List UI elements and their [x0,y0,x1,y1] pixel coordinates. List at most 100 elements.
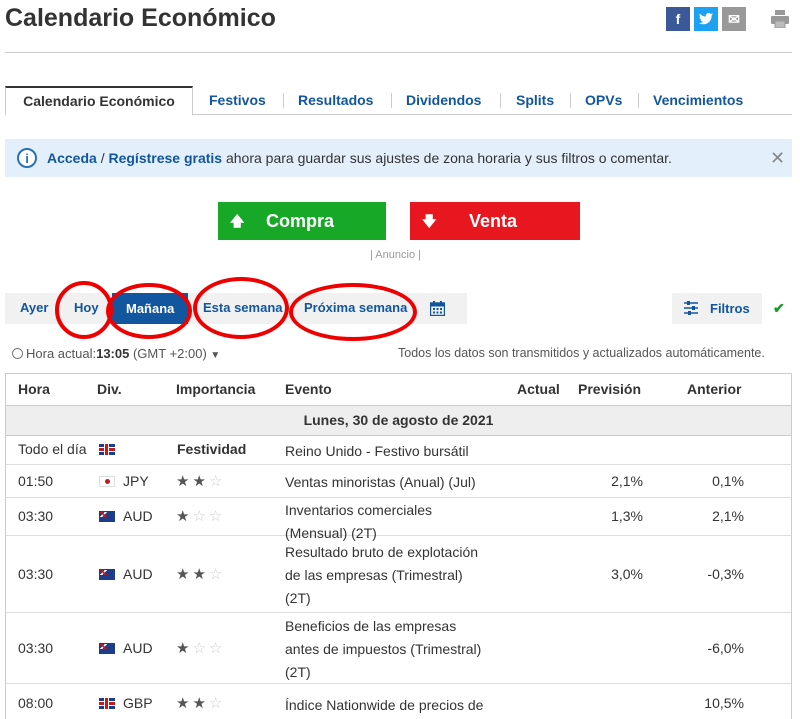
cell-event[interactable]: Índice Nationwide de precios de [285,694,500,717]
tab-calendario-economico[interactable]: Calendario Económico [5,86,193,116]
star-icon: ☆ [208,565,226,583]
importance-stars: ★★☆ [176,565,225,583]
checkmark-icon: ✔ [773,300,785,316]
flag-jp-icon [99,475,115,487]
event-line: Beneficios de las empresas [285,618,457,634]
email-icon: ✉ [728,10,740,27]
cell-currency: AUD [123,639,153,656]
tab-vencimientos[interactable]: Vencimientos [653,86,743,114]
flag-uk-icon [99,698,115,709]
arrow-up-icon: 🡅 [230,213,245,229]
cell-time: 08:00 [18,695,54,711]
calendar-icon[interactable] [430,301,445,316]
cell-previous: 0,1% [712,472,744,489]
cell-forecast: 3,0% [611,565,643,582]
current-time: Hora actual:13:05 (GMT +2:00) ▼ [12,346,220,361]
cell-time: 01:50 [18,472,54,489]
login-banner: i Acceda / Regístrese gratis ahora para … [5,139,792,177]
star-icon: ★ [192,565,209,583]
sell-button[interactable]: 🡇 Venta [410,202,580,240]
header-currency: Div. [97,381,122,397]
table-row[interactable]: 08:00 GBP ★★☆ Índice Nationwide de precios … [6,683,791,719]
table-row[interactable]: Todo el día Festividad Reino Unido - Festi… [6,434,791,465]
banner-text: Acceda / Regístrese gratis ahora para gu… [47,150,672,166]
filters-button[interactable]: Filtros [672,293,762,324]
tab-separator [638,93,639,108]
twitter-icon [699,13,713,25]
sell-label: Venta [469,211,518,231]
importance-stars: ★★☆ [176,694,225,712]
tab-festivos[interactable]: Festivos [209,86,266,114]
star-icon: ☆ [208,472,226,490]
tab-opvs[interactable]: OPVs [585,86,622,114]
banner-message: ahora para guardar sus ajustes de zona h… [222,150,672,166]
cell-previous: 10,5% [704,695,744,711]
header-actual: Actual [517,381,560,397]
cell-importance: Festividad [177,441,247,457]
info-icon: i [17,148,37,168]
importance-stars: ★☆☆ [176,507,225,525]
table-row[interactable]: 01:50 JPY ★★☆ Ventas minoristas (Anual) (Ju… [6,464,791,498]
star-icon: ☆ [208,695,226,712]
login-link[interactable]: Acceda [47,150,97,166]
cell-event[interactable]: Ventas minoristas (Anual) (Jul) [285,471,500,494]
cell-forecast: 1,3% [611,508,643,524]
date-today[interactable]: Hoy [74,300,99,315]
twitter-share-button[interactable] [694,7,718,31]
event-line: (2T) [285,590,311,606]
page-title: Calendario Económico [5,4,276,32]
cell-time: 03:30 [18,565,54,582]
event-line: Inventarios comerciales [285,502,433,518]
cell-time: Todo el día [18,441,87,457]
tab-separator [500,93,501,108]
close-icon[interactable]: ✕ [770,148,785,169]
star-icon: ★ [176,639,193,657]
tab-splits[interactable]: Splits [516,86,554,114]
print-icon[interactable] [770,10,790,28]
cell-currency: JPY [123,472,149,489]
event-line: Ventas minoristas (Anual) (Jul) [285,474,476,490]
cell-currency: AUD [123,565,153,582]
cell-event[interactable]: Beneficios de las empresas antes de impue… [285,615,500,684]
flag-au-icon [99,511,115,522]
date-next-week[interactable]: Próxima semana [304,300,407,315]
event-line: Índice Nationwide de precios de [285,696,484,713]
table-row[interactable]: 03:30 AUD ★☆☆ Beneficios de las empresas ant… [6,612,791,684]
tab-separator [570,93,571,108]
cell-currency: AUD [123,508,153,524]
cell-event[interactable]: Reino Unido - Festivo bursátil [285,440,500,463]
buy-button[interactable]: 🡅 Compra [218,202,386,240]
flag-au-icon [99,642,115,654]
flag-uk-icon [99,444,115,455]
tab-dividendos[interactable]: Dividendos [406,86,481,114]
filters-label: Filtros [710,301,750,316]
cell-forecast: 2,1% [611,472,643,489]
cell-event[interactable]: Resultado bruto de explotación de las emp… [285,541,500,610]
facebook-share-button[interactable]: f [666,7,690,31]
cell-previous: -6,0% [707,639,744,656]
header-importance: Importancia [176,381,256,397]
share-bar: f ✉ [666,7,746,31]
time-label: Hora actual: [26,346,97,361]
star-icon: ☆ [208,508,226,525]
clock-icon [12,348,23,359]
date-this-week[interactable]: Esta semana [203,300,283,315]
event-line: antes de impuestos (Trimestral) [285,641,482,657]
star-icon: ★ [192,472,209,490]
star-icon: ★ [176,472,193,490]
table-row[interactable]: 03:30 AUD ★★☆ Resultado bruto de explotació… [6,535,791,613]
timezone-selector[interactable]: (GMT +2:00) ▼ [133,346,220,361]
email-share-button[interactable]: ✉ [722,7,746,31]
tab-resultados[interactable]: Resultados [298,86,373,114]
tab-separator [391,93,392,108]
importance-stars: ★☆☆ [176,639,225,657]
register-link[interactable]: Regístrese gratis [108,150,222,166]
facebook-icon: f [675,11,681,27]
date-tomorrow[interactable]: Mañana [112,293,189,324]
auto-update-note: Todos los datos son transmitidos y actua… [398,346,765,360]
date-filter-bar: Ayer Hoy Mañana Esta semana Próxima sema… [5,293,467,324]
time-value: 13:05 [96,346,130,361]
date-yesterday[interactable]: Ayer [20,300,48,315]
table-row[interactable]: 03:30 AUD ★☆☆ Inventarios comerciales (Mensu… [6,497,791,541]
header-forecast: Previsión [578,381,642,397]
